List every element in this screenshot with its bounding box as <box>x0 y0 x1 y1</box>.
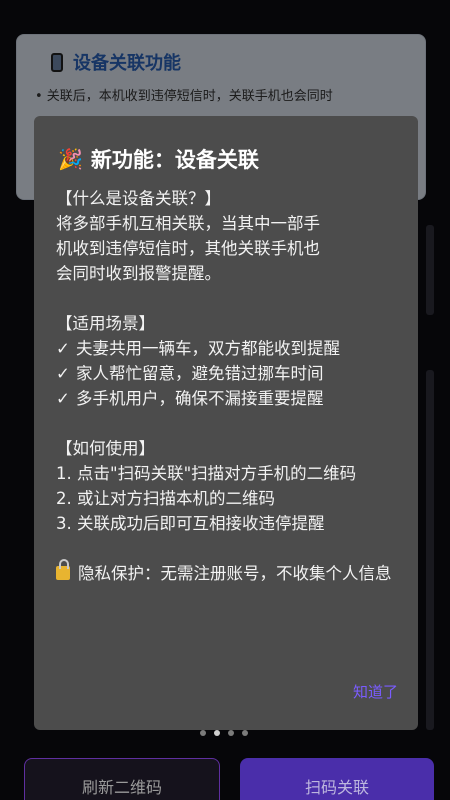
what-heading: 【什么是设备关联？】 <box>56 189 221 208</box>
got-it-button[interactable]: 知道了 <box>353 681 398 702</box>
dialog-body: 【什么是设备关联？】 将多部手机互相关联，当其中一部手 机收到违停短信时，其他关… <box>56 186 396 586</box>
scene-item: ✓ 多手机用户，确保不漏接重要提醒 <box>56 386 396 411</box>
party-popper-icon: 🎉 <box>58 147 83 171</box>
scene-text: 家人帮忙留意，避免错过挪车时间 <box>76 364 324 383</box>
check-icon: ✓ <box>56 389 70 408</box>
scene-item: ✓ 夫妻共用一辆车，双方都能收到提醒 <box>56 336 396 361</box>
scenes-heading: 【适用场景】 <box>56 314 155 333</box>
page-dot[interactable] <box>200 730 206 736</box>
scenes-section: 【适用场景】 ✓ 夫妻共用一辆车，双方都能收到提醒 ✓ 家人帮忙留意，避免错过挪车时… <box>56 311 396 411</box>
howto-step: 1. 点击"扫码关联"扫描对方手机的二维码 <box>56 464 357 483</box>
privacy-note: 隐私保护：无需注册账号，不收集个人信息 <box>56 559 396 586</box>
howto-heading: 【如何使用】 <box>56 439 155 458</box>
what-section: 【什么是设备关联？】 将多部手机互相关联，当其中一部手 机收到违停短信时，其他关… <box>56 186 396 286</box>
what-text: 将多部手机互相关联，当其中一部手 <box>56 214 320 233</box>
privacy-section: 隐私保护：无需注册账号，不收集个人信息 <box>56 559 396 586</box>
dialog-title-row: 🎉 新功能：设备关联 <box>58 144 396 174</box>
lock-icon <box>56 559 70 580</box>
scene-text: 夫妻共用一辆车，双方都能收到提醒 <box>76 339 340 358</box>
howto-step: 2. 或让对方扫描本机的二维码 <box>56 489 275 508</box>
scan-link-button[interactable]: 扫码关联 <box>240 758 434 800</box>
what-text: 会同时收到报警提醒。 <box>56 264 221 283</box>
scene-text: 多手机用户，确保不漏接重要提醒 <box>76 389 324 408</box>
page-dot-active[interactable] <box>214 730 220 736</box>
page-dot[interactable] <box>242 730 248 736</box>
page-indicator <box>200 730 248 736</box>
dialog-title: 新功能：设备关联 <box>90 148 259 172</box>
howto-section: 【如何使用】 1. 点击"扫码关联"扫描对方手机的二维码 2. 或让对方扫描本机… <box>56 436 396 536</box>
refresh-qr-button[interactable]: 刷新二维码 <box>24 758 220 800</box>
check-icon: ✓ <box>56 364 70 383</box>
what-text: 机收到违停短信时，其他关联手机也 <box>56 239 320 258</box>
check-icon: ✓ <box>56 339 70 358</box>
howto-step: 3. 关联成功后即可互相接收违停提醒 <box>56 514 325 533</box>
privacy-text: 隐私保护：无需注册账号，不收集个人信息 <box>78 564 392 583</box>
scene-item: ✓ 家人帮忙留意，避免错过挪车时间 <box>56 361 396 386</box>
feature-intro-dialog: 🎉 新功能：设备关联 【什么是设备关联？】 将多部手机互相关联，当其中一部手 机… <box>34 116 418 730</box>
page-dot[interactable] <box>228 730 234 736</box>
